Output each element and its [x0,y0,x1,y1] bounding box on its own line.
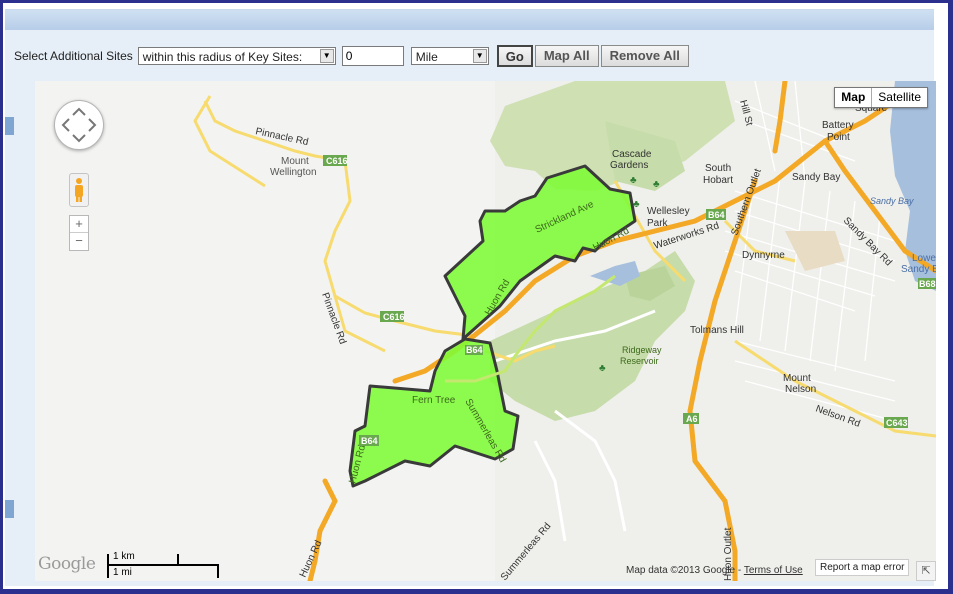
svg-text:Wellesley: Wellesley [647,206,690,217]
svg-text:C616: C616 [383,312,405,322]
park-tree-icon: ♣ [653,179,660,190]
radius-input[interactable] [341,46,404,66]
radius-mode-select[interactable]: within this radius of Key Sites: ▼ [137,47,336,65]
svg-text:B64: B64 [708,210,725,220]
svg-text:Ridgeway: Ridgeway [622,345,662,355]
map-type-satellite-button[interactable]: Satellite [871,88,927,107]
map-type-map-button[interactable]: Map [835,88,871,107]
chevron-down-icon: ▼ [472,49,487,63]
svg-text:Wellington: Wellington [270,167,317,178]
svg-text:Sandy B: Sandy B [901,264,936,275]
chevron-down-icon: ▼ [319,49,334,63]
zoom-out-button[interactable]: − [70,233,88,249]
park-tree-icon: ♣ [630,175,637,186]
scale-km-label: 1 km [113,551,135,562]
site-selection-toolbar: Select Additional Sites within this radi… [14,42,689,70]
svg-text:Mount: Mount [281,156,309,167]
radius-mode-value: within this radius of Key Sites: [142,50,303,64]
resize-corner-icon[interactable]: ⇱ [916,561,936,581]
go-button[interactable]: Go [496,45,533,67]
map-all-button[interactable]: Map All [534,45,599,67]
svg-text:Mount: Mount [783,373,811,384]
svg-text:Cascade: Cascade [612,149,652,160]
attribution-text: Map data ©2013 Google - [626,565,744,576]
street-view-pegman-icon[interactable] [69,173,89,207]
svg-text:B64: B64 [466,345,483,355]
report-map-error-link[interactable]: Report a map error [815,559,910,576]
map-type-control: Map Satellite [834,87,928,108]
svg-text:C616: C616 [326,156,348,166]
svg-text:Fern Tree: Fern Tree [412,395,456,406]
park-tree-icon: ♣ [599,363,606,374]
svg-text:South: South [705,163,731,174]
svg-text:Hobart: Hobart [703,175,733,186]
pegman-icon [75,178,83,202]
pan-control[interactable] [54,100,104,150]
svg-text:Sandy Bay: Sandy Bay [870,196,914,206]
google-logo[interactable]: Google [38,554,96,574]
select-sites-label: Select Additional Sites [14,49,133,63]
map-scale-bar: 1 km 1 mi [107,551,219,579]
svg-text:Battery: Battery [822,120,854,131]
svg-text:Reservoir: Reservoir [620,356,659,366]
svg-text:Sandy Bay: Sandy Bay [792,172,840,183]
left-collapse-tab[interactable] [5,117,14,135]
svg-text:Lowe: Lowe [912,253,936,264]
left-collapse-tab-lower[interactable] [5,500,14,518]
svg-text:B68: B68 [919,279,936,289]
pan-arrows-icon [61,107,97,143]
header-bar [5,9,934,30]
park-tree-icon: ♣ [633,199,640,210]
zoom-control: + − [69,215,89,251]
svg-text:C643: C643 [886,418,908,428]
zoom-in-button[interactable]: + [70,216,88,233]
svg-text:B64: B64 [361,436,378,446]
svg-text:Gardens: Gardens [610,160,648,171]
scale-mi-label: 1 mi [113,567,132,578]
svg-text:Point: Point [827,132,850,143]
svg-text:Nelson: Nelson [785,384,816,395]
map-canvas[interactable]: ♣ ♣ ♣ ♣ Pinnacle Rd Pinnacle Rd Mount We… [35,81,936,581]
remove-all-button[interactable]: Remove All [600,45,689,67]
svg-text:Tolmans Hill: Tolmans Hill [690,325,744,336]
map-attribution: Map data ©2013 Google - Terms of Use [626,565,803,576]
map-graphic: ♣ ♣ ♣ ♣ Pinnacle Rd Pinnacle Rd Mount We… [35,81,936,581]
svg-text:Dynnyrne: Dynnyrne [742,250,785,261]
unit-value: Mile [415,50,438,64]
svg-text:A6: A6 [686,414,698,424]
unit-select[interactable]: Mile ▼ [410,47,489,65]
svg-text:Park: Park [647,218,669,229]
terms-of-use-link[interactable]: Terms of Use [744,565,803,576]
